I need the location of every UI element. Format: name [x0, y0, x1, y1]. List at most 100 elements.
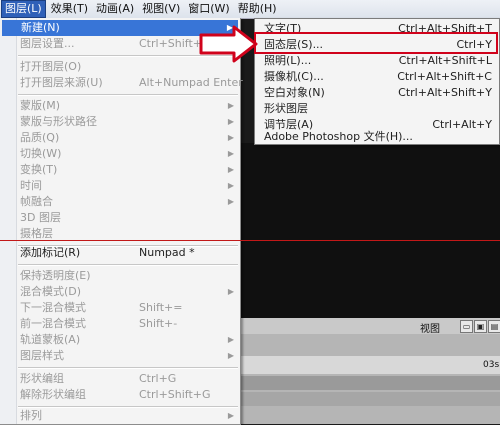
- timeline-track: [240, 392, 500, 406]
- annotation-red-line: [0, 240, 500, 241]
- menu-separator: [18, 264, 238, 266]
- menu-item-preserve-transparency[interactable]: 保持透明度(E): [1, 268, 239, 284]
- menu-item-next-blend-mode[interactable]: 下一混合模式 Shift+=: [1, 300, 239, 316]
- menu-item-shortcut: Ctrl+Alt+Shift+C: [397, 70, 492, 83]
- layer-menu: 新建(N) ▶ 图层设置... Ctrl+Shift+Y 打开图层(O) 打开图…: [0, 18, 243, 425]
- menu-item-label: Adobe Photoshop 文件(H)...: [264, 130, 413, 143]
- menu-item-layer-styles[interactable]: 图层样式 ▶: [1, 348, 239, 364]
- submenu-item-photoshop-file[interactable]: Adobe Photoshop 文件(H)...: [256, 131, 498, 143]
- menu-item-label: 图层设置...: [20, 37, 75, 50]
- submenu-item-text[interactable]: 文字(T) Ctrl+Alt+Shift+T: [256, 21, 498, 37]
- menu-item-label: 照明(L)...: [264, 54, 312, 67]
- menu-item-shortcut: Ctrl+Shift+G: [139, 388, 211, 401]
- menu-item-shortcut: Ctrl+Alt+Shift+T: [398, 22, 492, 35]
- menu-layer[interactable]: 图层(L): [1, 0, 46, 18]
- menu-item-track-matte[interactable]: 轨道蒙板(A) ▶: [1, 332, 239, 348]
- menu-item-label: 蒙版(M): [20, 99, 61, 112]
- menu-item-quality[interactable]: 品质(Q) ▶: [1, 130, 239, 146]
- timeline-ruler: [240, 356, 500, 374]
- submenu-item-camera[interactable]: 摄像机(C)... Ctrl+Alt+Shift+C: [256, 69, 498, 85]
- view-dropdown[interactable]: 视图: [420, 320, 440, 335]
- menu-item-label: 摄像机(C)...: [264, 70, 324, 83]
- menu-item-label: 形状编组: [20, 372, 64, 385]
- menu-item-previous-blend-mode[interactable]: 前一混合模式 Shift+-: [1, 316, 239, 332]
- submenu-arrow-icon: ▶: [227, 335, 234, 344]
- menu-item-open-layer-source[interactable]: 打开图层来源(U) Alt+Numpad Enter: [1, 75, 243, 91]
- timeline-timecode: 03s: [483, 360, 500, 370]
- menu-item-label: 前一混合模式: [20, 317, 86, 330]
- submenu-arrow-icon: ▶: [227, 133, 234, 142]
- menu-item-label: 保持透明度(E): [20, 269, 91, 282]
- menu-item-label: 轨道蒙板(A): [20, 333, 81, 346]
- toolbar-button-c[interactable]: ▤: [488, 320, 500, 333]
- menu-item-label: 打开图层来源(U): [20, 76, 103, 89]
- menu-item-mask-shape-path[interactable]: 蒙版与形状路径 ▶: [1, 114, 239, 130]
- submenu-item-light[interactable]: 照明(L)... Ctrl+Alt+Shift+L: [256, 53, 498, 69]
- annotation-arrow-icon: [199, 25, 258, 63]
- menu-item-frame-blending[interactable]: 帧融合 ▶: [1, 194, 239, 210]
- menu-item-label: 图层样式: [20, 349, 64, 362]
- menu-effect[interactable]: 效果(T): [48, 1, 91, 17]
- menu-view[interactable]: 视图(V): [139, 1, 183, 17]
- menu-item-label: 空白对象(N): [264, 86, 325, 99]
- submenu-arrow-icon: ▶: [227, 411, 234, 420]
- menu-item-mask[interactable]: 蒙版(M) ▶: [1, 98, 239, 114]
- menu-item-label: 3D 图层: [20, 211, 61, 224]
- submenu-arrow-icon: ▶: [227, 287, 234, 296]
- new-submenu: 文字(T) Ctrl+Alt+Shift+T 固态层(S)... Ctrl+Y …: [254, 18, 500, 145]
- menu-item-label: 添加标记(R): [20, 246, 81, 259]
- menu-item-switches[interactable]: 切换(W) ▶: [1, 146, 239, 162]
- submenu-arrow-icon: ▶: [227, 165, 234, 174]
- menu-item-shortcut: Shift+-: [139, 317, 178, 330]
- menu-item-label: 新建(N): [21, 21, 60, 34]
- submenu-arrow-icon: ▶: [227, 117, 234, 126]
- menu-item-shortcut: Ctrl+Y: [456, 38, 492, 51]
- menu-item-label: 混合模式(D): [20, 285, 82, 298]
- menu-item-time[interactable]: 时间 ▶: [1, 178, 239, 194]
- menu-item-3d-layer[interactable]: 3D 图层: [1, 210, 239, 226]
- menu-separator: [18, 94, 238, 96]
- toolbar-button-b[interactable]: ▣: [474, 320, 487, 333]
- menu-help[interactable]: 帮助(H): [235, 1, 280, 17]
- menu-bar: 图层(L) 效果(T) 动画(A) 视图(V) 窗口(W) 帮助(H): [0, 0, 500, 19]
- menu-item-shortcut: Ctrl+Alt+Shift+Y: [398, 86, 492, 99]
- menu-item-label: 下一混合模式: [20, 301, 86, 314]
- toolbar-button-a[interactable]: ▭: [460, 320, 473, 333]
- menu-item-label: 时间: [20, 179, 42, 192]
- menu-item-label: 蒙版与形状路径: [20, 115, 97, 128]
- menu-separator: [18, 367, 238, 369]
- menu-item-label: 排列: [20, 409, 42, 422]
- submenu-item-solid[interactable]: 固态层(S)... Ctrl+Y: [256, 37, 498, 53]
- submenu-item-shape-layer[interactable]: 形状图层: [256, 101, 498, 117]
- menu-item-group-shapes[interactable]: 形状编组 Ctrl+G: [1, 371, 239, 387]
- menu-item-label: 固态层(S)...: [264, 38, 324, 51]
- menu-item-label: 形状图层: [264, 102, 308, 115]
- menu-item-transform[interactable]: 变换(T) ▶: [1, 162, 239, 178]
- menu-item-blend-mode[interactable]: 混合模式(D) ▶: [1, 284, 239, 300]
- submenu-item-null-object[interactable]: 空白对象(N) Ctrl+Alt+Shift+Y: [256, 85, 498, 101]
- menu-item-label: 品质(Q): [20, 131, 60, 144]
- submenu-arrow-icon: ▶: [227, 181, 234, 190]
- menu-item-shortcut: Ctrl+G: [139, 372, 177, 385]
- menu-window[interactable]: 窗口(W): [185, 1, 232, 17]
- menu-animation[interactable]: 动画(A): [93, 1, 137, 17]
- menu-item-label: 变换(T): [20, 163, 58, 176]
- menu-item-label: 文字(T): [264, 22, 302, 35]
- menu-item-shortcut: Ctrl+Alt+Shift+L: [398, 54, 492, 67]
- submenu-arrow-icon: ▶: [227, 351, 234, 360]
- submenu-arrow-icon: ▶: [227, 101, 234, 110]
- composition-viewer: [240, 143, 500, 318]
- menu-item-ungroup-shapes[interactable]: 解除形状编组 Ctrl+Shift+G: [1, 387, 239, 403]
- menu-item-shortcut: Numpad *: [139, 246, 195, 259]
- menu-item-label: 打开图层(O): [20, 60, 82, 73]
- menu-item-arrange[interactable]: 排列 ▶: [1, 408, 239, 424]
- submenu-arrow-icon: ▶: [227, 197, 234, 206]
- menu-item-add-marker[interactable]: 添加标记(R) Numpad *: [1, 245, 239, 261]
- timeline-track: [240, 376, 500, 390]
- menu-item-shortcut: Shift+=: [139, 301, 183, 314]
- menu-item-label: 解除形状编组: [20, 388, 86, 401]
- submenu-arrow-icon: ▶: [227, 149, 234, 158]
- menu-item-label: 帧融合: [20, 195, 53, 208]
- menu-item-shortcut: Alt+Numpad Enter: [139, 76, 243, 89]
- menu-item-label: 切换(W): [20, 147, 62, 160]
